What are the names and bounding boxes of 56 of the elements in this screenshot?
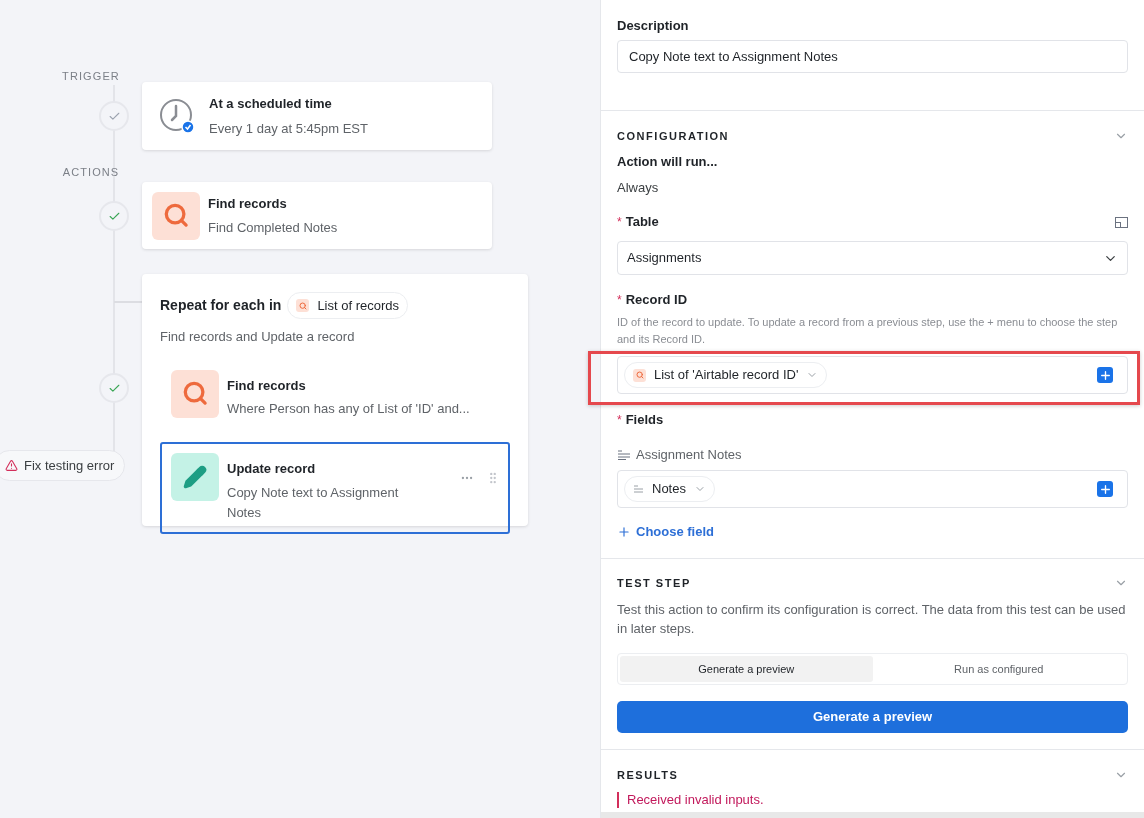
long-text-icon: [617, 450, 630, 460]
required-asterisk: *: [617, 214, 622, 230]
card-subtitle: Find records and Update a record: [160, 328, 356, 346]
field-label: Action will run...: [617, 154, 719, 170]
plus-icon: [617, 525, 631, 539]
field-name: Assignment Notes: [636, 446, 742, 465]
trigger-card[interactable]: At a scheduled time Every 1 day at 5:45pm EST: [142, 82, 492, 150]
description-field[interactable]: Copy Note text to Assignment Notes: [617, 40, 1128, 73]
step-card[interactable]: Find records Where Person has any of List of 'ID' and...: [160, 358, 510, 430]
table-select[interactable]: Assignments: [617, 241, 1128, 275]
run-condition: Always: [617, 180, 660, 196]
card-title: Repeat for each in: [160, 296, 282, 315]
section-heading: CONFIGURATION: [617, 129, 730, 144]
field-label: Table: [625, 214, 659, 230]
required-asterisk: *: [617, 292, 622, 308]
section-heading: ACTIONS: [61, 165, 121, 180]
add-button[interactable]: [1097, 481, 1113, 497]
card-subtitle: Find Completed Notes: [208, 219, 338, 237]
search-icon: [152, 191, 200, 240]
expand-view-icon[interactable]: [1115, 216, 1128, 228]
error-badge[interactable]: Fix testing error: [0, 450, 126, 481]
search-icon: [171, 369, 219, 418]
mode-tab[interactable]: Run as configured: [872, 656, 1125, 682]
card-subtitle: Copy Note text to Assignment Notes: [227, 483, 400, 522]
preview-button[interactable]: Generate a preview: [617, 701, 1128, 733]
step-card[interactable]: Find records Find Completed Notes: [142, 182, 492, 249]
card-title: Find records: [208, 194, 288, 213]
test-description: Test this action to confirm its configuration is correct. The data from this test can be used in later steps.: [617, 601, 1127, 638]
card-title: Update record: [227, 460, 317, 478]
plus-icon: [1098, 368, 1112, 382]
card-subtitle: Every 1 day at 5:45pm EST: [209, 119, 368, 138]
card-title: Find records: [227, 376, 307, 395]
card-title: At a scheduled time: [209, 95, 333, 113]
pencil-icon: [171, 453, 219, 501]
choose-field-link[interactable]: Choose field: [617, 524, 714, 540]
section-heading: TRIGGER: [61, 69, 121, 84]
help-text: ID of the record to update. To update a record from a previous step, use the + menu to choose the step and its Record ID.: [617, 315, 1119, 347]
clock-icon: [159, 98, 195, 134]
add-button[interactable]: [1097, 367, 1113, 383]
section-heading: TEST STEP: [617, 576, 691, 591]
search-icon: [296, 299, 310, 312]
text-field-icon: [633, 484, 644, 494]
search-icon: [633, 368, 646, 382]
plus-icon: [1098, 482, 1112, 496]
step-card[interactable]: Update record Copy Note text to Assignment Notes: [160, 442, 510, 534]
section-heading: RESULTS: [617, 768, 679, 783]
field-value-input[interactable]: Notes: [617, 470, 1128, 508]
mode-tab[interactable]: Generate a preview: [620, 656, 873, 682]
field-label: Description: [617, 18, 689, 34]
error-message: Received invalid inputs.: [617, 792, 1128, 808]
field-label: Fields: [625, 412, 664, 428]
scrollbar[interactable]: [601, 812, 1144, 818]
required-asterisk: *: [617, 412, 622, 428]
record-id-field[interactable]: List of 'Airtable record ID': [617, 356, 1128, 394]
field-label: Record ID: [625, 292, 688, 308]
card-subtitle: Where Person has any of List of 'ID' and...: [227, 400, 471, 418]
